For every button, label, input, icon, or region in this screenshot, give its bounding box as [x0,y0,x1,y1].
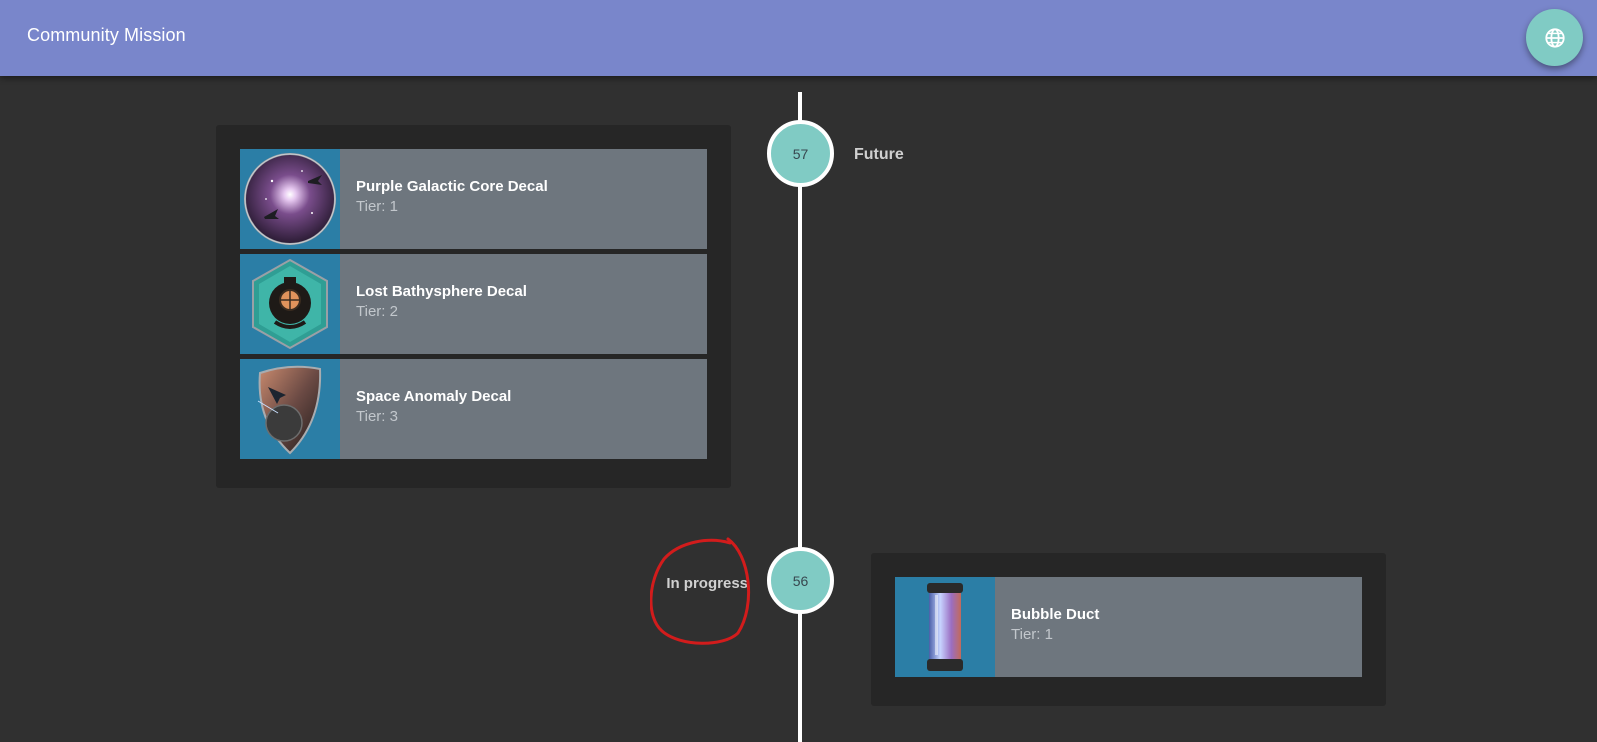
milestone-status: Future [854,146,904,163]
timeline-line [798,92,802,742]
anomaly-decal-icon [240,359,340,459]
reward-tier: Tier: 1 [356,198,398,215]
bathysphere-decal-icon [240,254,340,354]
bubble-duct-icon [895,577,995,677]
milestone-marker: 57 [767,120,834,187]
reward-tier: Tier: 1 [1011,626,1053,643]
reward-item[interactable]: Purple Galactic Core Decal Tier: 1 [240,149,707,249]
language-button[interactable] [1526,9,1583,66]
milestone-number: 57 [792,145,809,162]
reward-item[interactable]: Space Anomaly Decal Tier: 3 [240,359,707,459]
reward-item[interactable]: Lost Bathysphere Decal Tier: 2 [240,254,707,354]
reward-tier: Tier: 3 [356,408,398,425]
reward-name: Bubble Duct [1011,606,1100,623]
reward-name: Purple Galactic Core Decal [356,178,548,195]
reward-item[interactable]: Bubble Duct Tier: 1 [895,577,1362,677]
reward-name: Space Anomaly Decal [356,388,512,405]
milestone-marker: 56 [767,547,834,614]
reward-tier: Tier: 2 [356,303,398,320]
app-title: Community Mission [27,25,186,45]
reward-card: Purple Galactic Core Decal Tier: 1 Lost … [216,125,731,488]
reward-name: Lost Bathysphere Decal [356,283,527,300]
galaxy-decal-icon [240,149,340,249]
reward-card: Bubble Duct Tier: 1 [871,553,1386,706]
milestone-number: 56 [792,572,809,589]
app-bar: Community Mission [0,0,1597,76]
milestone-status: In progress [666,575,748,592]
globe-icon [1544,27,1565,48]
